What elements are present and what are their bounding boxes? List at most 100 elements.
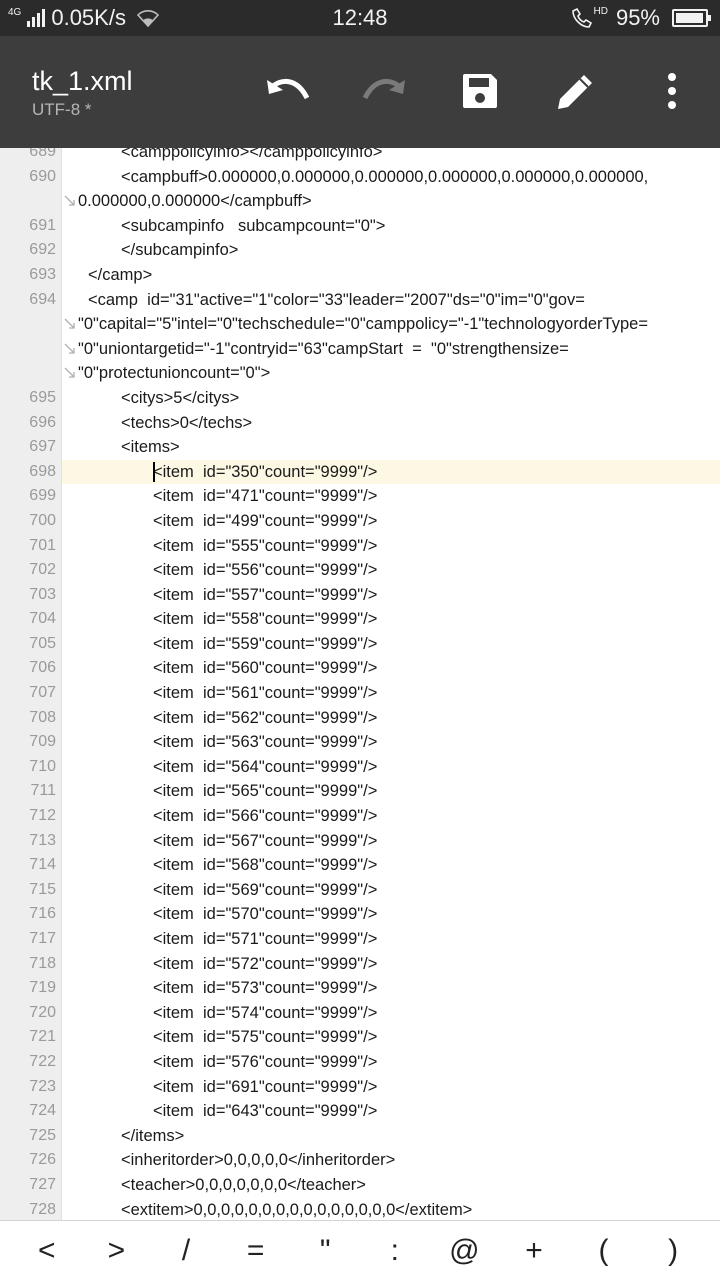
code-text[interactable]: <item id="563"count="9999"/> (0, 730, 720, 755)
code-line[interactable]: 708 <item id="562"count="9999"/> (0, 706, 720, 731)
code-text[interactable]: <item id="569"count="9999"/> (0, 878, 720, 903)
symbol-key[interactable]: > (82, 1221, 152, 1280)
code-line[interactable]: 722 <item id="576"count="9999"/> (0, 1050, 720, 1075)
undo-button[interactable] (253, 56, 323, 126)
code-line[interactable]: 728 <extitem>0,0,0,0,0,0,0,0,0,0,0,0,0,0,… (0, 1198, 720, 1220)
symbol-key[interactable]: + (499, 1221, 569, 1280)
code-text[interactable]: <teacher>0,0,0,0,0,0,0</teacher> (0, 1173, 720, 1198)
more-options-button[interactable] (637, 56, 707, 126)
code-text[interactable]: <item id="564"count="9999"/> (0, 755, 720, 780)
symbol-key[interactable]: / (151, 1221, 221, 1280)
redo-button[interactable] (349, 56, 419, 126)
symbol-key[interactable]: < (12, 1221, 82, 1280)
code-text[interactable]: <inheritorder>0,0,0,0,0</inheritorder> (0, 1148, 720, 1173)
code-text[interactable]: <item id="572"count="9999"/> (0, 952, 720, 977)
code-line[interactable]: 703 <item id="557"count="9999"/> (0, 583, 720, 608)
code-text[interactable]: </camp> (0, 263, 720, 288)
code-text[interactable]: <subcampinfo subcampcount="0"> (0, 214, 720, 239)
code-line[interactable]: 706 <item id="560"count="9999"/> (0, 656, 720, 681)
code-text-wrapped[interactable]: "0"uniontargetid="-1"contryid="63"campSt… (0, 337, 720, 362)
code-line[interactable]: 707 <item id="561"count="9999"/> (0, 681, 720, 706)
code-text[interactable]: <item id="559"count="9999"/> (0, 632, 720, 657)
code-editor[interactable]: 689 <camppolicyinfo></camppolicyinfo> 690 <… (0, 148, 720, 1220)
code-text[interactable]: <item id="499"count="9999"/> (0, 509, 720, 534)
code-text[interactable]: <item id="558"count="9999"/> (0, 607, 720, 632)
code-line[interactable]: 721 <item id="575"count="9999"/> (0, 1025, 720, 1050)
code-text-wrapped[interactable]: "0"protectunioncount="0"> (0, 361, 720, 386)
code-text[interactable]: <item id="561"count="9999"/> (0, 681, 720, 706)
symbol-key[interactable]: : (360, 1221, 430, 1280)
code-line[interactable]: 714 <item id="568"count="9999"/> (0, 853, 720, 878)
code-line[interactable]: 700 <item id="499"count="9999"/> (0, 509, 720, 534)
code-text[interactable]: <item id="556"count="9999"/> (0, 558, 720, 583)
code-text[interactable]: <item id="576"count="9999"/> (0, 1050, 720, 1075)
code-line[interactable]: 711 <item id="565"count="9999"/> (0, 779, 720, 804)
code-text[interactable]: <camp id="31"active="1"color="33"leader=… (0, 288, 720, 313)
code-text-wrapped[interactable]: 0.000000,0.000000</campbuff> (0, 189, 720, 214)
code-text[interactable]: <citys>5</citys> (0, 386, 720, 411)
code-line[interactable]: 699 <item id="471"count="9999"/> (0, 484, 720, 509)
code-text[interactable]: <item id="570"count="9999"/> (0, 902, 720, 927)
code-line[interactable]: 701 <item id="555"count="9999"/> (0, 534, 720, 559)
code-line[interactable]: 693 </camp> (0, 263, 720, 288)
code-line[interactable]: 716 <item id="570"count="9999"/> (0, 902, 720, 927)
symbol-key[interactable]: ( (569, 1221, 639, 1280)
code-text-wrapped[interactable]: "0"capital="5"intel="0"techschedule="0"c… (0, 312, 720, 337)
edit-button[interactable] (541, 56, 611, 126)
code-line[interactable]: 696 <techs>0</techs> (0, 411, 720, 436)
code-text[interactable]: <item id="691"count="9999"/> (0, 1075, 720, 1100)
code-line[interactable]: 717 <item id="571"count="9999"/> (0, 927, 720, 952)
code-text[interactable]: <item id="557"count="9999"/> (0, 583, 720, 608)
code-line[interactable]: 727 <teacher>0,0,0,0,0,0,0</teacher> (0, 1173, 720, 1198)
code-text[interactable]: <item id="568"count="9999"/> (0, 853, 720, 878)
symbol-key[interactable]: @ (430, 1221, 500, 1280)
code-text[interactable]: <item id="574"count="9999"/> (0, 1001, 720, 1026)
code-text[interactable]: <item id="471"count="9999"/> (0, 484, 720, 509)
code-text[interactable]: <item id="562"count="9999"/> (0, 706, 720, 731)
code-text[interactable]: <techs>0</techs> (0, 411, 720, 436)
code-text[interactable]: <items> (0, 435, 720, 460)
code-text[interactable]: <item id="350"count="9999"/> (0, 460, 720, 485)
code-line[interactable]: 689 <camppolicyinfo></camppolicyinfo> (0, 148, 720, 165)
code-line[interactable]: 726 <inheritorder>0,0,0,0,0</inheritorder… (0, 1148, 720, 1173)
code-line[interactable]: 709 <item id="563"count="9999"/> (0, 730, 720, 755)
code-line[interactable]: 715 <item id="569"count="9999"/> (0, 878, 720, 903)
code-line[interactable]: 702 <item id="556"count="9999"/> (0, 558, 720, 583)
save-button[interactable] (445, 56, 515, 126)
code-text[interactable]: <item id="571"count="9999"/> (0, 927, 720, 952)
code-line[interactable]: 712 <item id="566"count="9999"/> (0, 804, 720, 829)
code-line[interactable]: 692 </subcampinfo> (0, 238, 720, 263)
code-text[interactable]: <extitem>0,0,0,0,0,0,0,0,0,0,0,0,0,0,0</… (0, 1198, 720, 1220)
code-line[interactable]: 724 <item id="643"count="9999"/> (0, 1099, 720, 1124)
code-text[interactable]: <item id="566"count="9999"/> (0, 804, 720, 829)
symbol-key[interactable]: " (290, 1221, 360, 1280)
code-line[interactable]: 710 <item id="564"count="9999"/> (0, 755, 720, 780)
code-line[interactable]: 691 <subcampinfo subcampcount="0"> (0, 214, 720, 239)
symbol-key[interactable]: = (221, 1221, 291, 1280)
code-text[interactable]: <campbuff>0.000000,0.000000,0.000000,0.0… (0, 165, 720, 190)
code-text[interactable]: <item id="575"count="9999"/> (0, 1025, 720, 1050)
code-line[interactable]: 713 <item id="567"count="9999"/> (0, 829, 720, 854)
code-text[interactable]: <item id="560"count="9999"/> (0, 656, 720, 681)
code-text[interactable]: </subcampinfo> (0, 238, 720, 263)
code-text[interactable]: <item id="555"count="9999"/> (0, 534, 720, 559)
code-text[interactable]: <item id="567"count="9999"/> (0, 829, 720, 854)
code-line[interactable]: 719 <item id="573"count="9999"/> (0, 976, 720, 1001)
code-line[interactable]: 705 <item id="559"count="9999"/> (0, 632, 720, 657)
code-line[interactable]: 694 <camp id="31"active="1"color="33"lead… (0, 288, 720, 386)
code-text[interactable]: <item id="565"count="9999"/> (0, 779, 720, 804)
code-lines[interactable]: 689 <camppolicyinfo></camppolicyinfo> 690 <… (0, 148, 720, 1220)
code-text[interactable]: <item id="573"count="9999"/> (0, 976, 720, 1001)
code-line[interactable]: 695 <citys>5</citys> (0, 386, 720, 411)
code-text[interactable]: </items> (0, 1124, 720, 1149)
code-text[interactable]: <item id="643"count="9999"/> (0, 1099, 720, 1124)
code-line[interactable]: 718 <item id="572"count="9999"/> (0, 952, 720, 977)
code-line[interactable]: 725 </items> (0, 1124, 720, 1149)
symbol-key[interactable]: ) (638, 1221, 708, 1280)
code-line[interactable]: 690 <campbuff>0.000000,0.000000,0.000000,… (0, 165, 720, 214)
code-line[interactable]: 697 <items> (0, 435, 720, 460)
code-line[interactable]: 698 <item id="350"count="9999"/> (0, 459, 720, 485)
code-line[interactable]: 704 <item id="558"count="9999"/> (0, 607, 720, 632)
code-line[interactable]: 720 <item id="574"count="9999"/> (0, 1001, 720, 1026)
code-line[interactable]: 723 <item id="691"count="9999"/> (0, 1075, 720, 1100)
